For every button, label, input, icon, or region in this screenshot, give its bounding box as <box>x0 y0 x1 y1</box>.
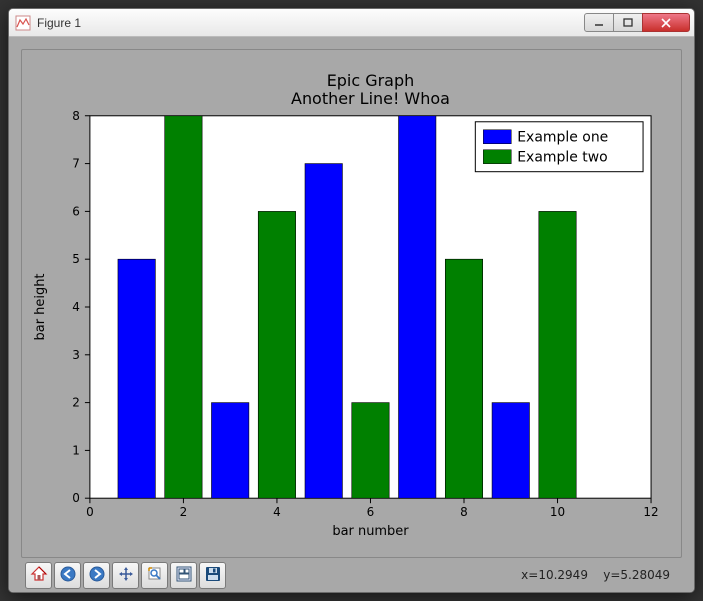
titlebar[interactable]: Figure 1 <box>9 9 694 37</box>
pan-button[interactable] <box>112 562 139 589</box>
window-controls <box>585 13 690 32</box>
arrow-right-icon <box>88 565 106 586</box>
window-title: Figure 1 <box>37 16 585 30</box>
coord-x: x=10.2949 <box>521 568 588 582</box>
svg-text:6: 6 <box>367 505 375 519</box>
home-icon <box>30 565 48 586</box>
svg-text:6: 6 <box>72 204 80 218</box>
save-icon <box>204 565 222 586</box>
maximize-button[interactable] <box>613 13 643 32</box>
back-button[interactable] <box>54 562 81 589</box>
nav-toolbar: x=10.2949 y=5.28049 <box>21 558 682 592</box>
svg-text:Example two: Example two <box>517 150 608 166</box>
minimize-button[interactable] <box>584 13 614 32</box>
cursor-coords: x=10.2949 y=5.28049 <box>521 568 670 582</box>
subplots-button[interactable] <box>170 562 197 589</box>
zoom-icon <box>146 565 164 586</box>
plot-panel[interactable]: 024681012012345678Epic GraphAnother Line… <box>21 49 682 558</box>
coord-y: y=5.28049 <box>603 568 670 582</box>
svg-text:8: 8 <box>460 505 468 519</box>
svg-text:Example one: Example one <box>517 130 608 146</box>
svg-text:10: 10 <box>550 505 565 519</box>
svg-text:2: 2 <box>72 396 80 410</box>
move-icon <box>117 565 135 586</box>
svg-text:4: 4 <box>273 505 281 519</box>
svg-text:8: 8 <box>72 109 80 123</box>
figure-window: Figure 1 024681012012345678Epic GraphAno… <box>8 8 695 593</box>
svg-text:4: 4 <box>72 300 80 314</box>
svg-text:bar number: bar number <box>332 524 409 539</box>
forward-button[interactable] <box>83 562 110 589</box>
subplots-icon <box>175 565 193 586</box>
svg-text:3: 3 <box>72 348 80 362</box>
svg-text:5: 5 <box>72 252 80 266</box>
arrow-left-icon <box>59 565 77 586</box>
zoom-button[interactable] <box>141 562 168 589</box>
svg-text:Epic Graph: Epic Graph <box>327 71 415 90</box>
svg-text:0: 0 <box>86 505 94 519</box>
svg-text:12: 12 <box>643 505 658 519</box>
save-button[interactable] <box>199 562 226 589</box>
svg-text:1: 1 <box>72 443 80 457</box>
svg-text:7: 7 <box>72 157 80 171</box>
app-icon <box>15 15 31 31</box>
svg-text:Another Line! Whoa: Another Line! Whoa <box>291 89 450 108</box>
svg-text:bar height: bar height <box>33 274 48 341</box>
figure-content: 024681012012345678Epic GraphAnother Line… <box>9 37 694 592</box>
close-button[interactable] <box>642 13 690 32</box>
svg-text:0: 0 <box>72 491 80 505</box>
home-button[interactable] <box>25 562 52 589</box>
chart-canvas[interactable]: 024681012012345678Epic GraphAnother Line… <box>22 50 681 557</box>
svg-text:2: 2 <box>180 505 188 519</box>
